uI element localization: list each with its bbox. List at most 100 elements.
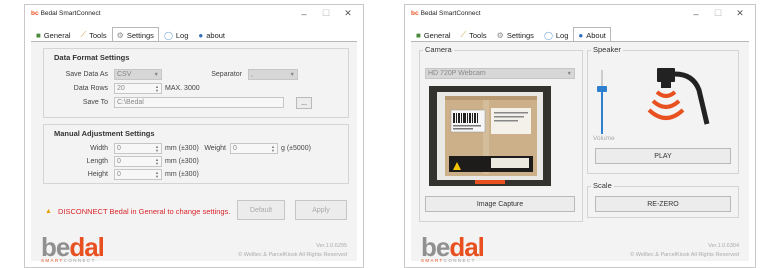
wrench-icon: ⟋ <box>80 30 87 39</box>
camera-preview <box>429 86 551 186</box>
width-input[interactable]: 0 ▲ ▼ <box>114 143 162 154</box>
warning-text: DISCONNECT Bedal in General to change se… <box>57 207 231 216</box>
info-icon: ● <box>578 30 584 40</box>
camera-select[interactable]: HD 720P Webcam ▼ <box>425 68 575 79</box>
weight-value: 0 <box>233 145 237 152</box>
data-rows-input[interactable]: 20 ▲ ▼ <box>114 83 162 94</box>
stepper-icon[interactable]: ▲ ▼ <box>155 170 159 179</box>
tab-general[interactable]: ■ General <box>411 27 456 42</box>
length-unit: mm (±300) <box>165 158 199 165</box>
chevron-down-icon: ▼ <box>566 70 572 77</box>
length-label: Length <box>86 158 108 165</box>
stepper-icon[interactable]: ▲ ▼ <box>155 144 159 153</box>
volume-slider-thumb[interactable] <box>597 86 607 93</box>
stepper-icon[interactable]: ▲ ▼ <box>271 144 275 153</box>
width-label: Width <box>90 145 108 152</box>
general-icon: ■ <box>416 30 421 40</box>
tab-about[interactable]: ● About <box>573 27 611 42</box>
scale-label: Scale <box>591 181 614 190</box>
tab-log-label: Log <box>175 30 189 40</box>
about-window: bc Bedal SmartConnect – ☐ ✕ ■ General ⟋ … <box>404 4 756 268</box>
separator-label: Separator <box>211 71 242 78</box>
warning-message: ▲ DISCONNECT Bedal in General to change … <box>45 207 230 216</box>
tab-settings-label: Settings <box>506 30 534 40</box>
data-rows-max: MAX. 3000 <box>165 85 200 92</box>
tab-bar: ■ General ⟋ Tools ⚙ Settings ◯ Log ● Abo… <box>411 27 611 42</box>
window-title: Bedal SmartConnect <box>420 10 481 17</box>
tab-log[interactable]: ◯ Log <box>539 27 573 42</box>
stepper-icon[interactable]: ▲ ▼ <box>155 157 159 166</box>
copyright-text: © Welltec & ParcelKiosk All Rights Reser… <box>630 252 739 258</box>
info-icon: ● <box>198 30 204 40</box>
save-data-as-select[interactable]: CSV ▼ <box>114 69 162 80</box>
version-text: Ver.1.0.6295 <box>316 243 347 249</box>
settings-window: bc Bedal SmartConnect – ☐ ✕ ■ General ⟋ … <box>24 4 364 268</box>
camera-label: Camera <box>423 45 454 54</box>
height-input[interactable]: 0 ▲ ▼ <box>114 169 162 180</box>
tab-tools[interactable]: ⟋ Tools <box>456 27 492 42</box>
close-icon[interactable]: ✕ <box>337 5 359 22</box>
rezero-button[interactable]: RE-ZERO <box>595 196 731 212</box>
save-to-input[interactable]: C:\Bedal <box>114 97 284 108</box>
weight-input[interactable]: 0 ▲ ▼ <box>230 143 278 154</box>
separator-value: , <box>251 71 253 78</box>
weight-label: Weight <box>204 145 226 152</box>
maximize-icon[interactable]: ☐ <box>315 5 337 22</box>
weight-unit: g (±5000) <box>281 145 311 152</box>
manual-adjustment-title: Manual Adjustment Settings <box>54 129 155 138</box>
apply-button[interactable]: Apply <box>295 200 347 220</box>
save-to-label: Save To <box>82 99 108 106</box>
bedal-logo: bedal SMARTCONNECT <box>41 232 105 263</box>
tab-log[interactable]: ◯ Log <box>159 27 193 42</box>
data-format-group: Data Format Settings Save Data As CSV ▼ … <box>43 48 349 118</box>
browse-button[interactable]: ... <box>296 97 312 109</box>
height-label: Height <box>87 171 108 178</box>
app-logo: bc <box>31 10 39 17</box>
window-title: Bedal SmartConnect <box>40 10 101 17</box>
bedal-logo: bedal SMARTCONNECT <box>421 232 485 263</box>
length-value: 0 <box>117 158 121 165</box>
save-to-value: C:\Bedal <box>117 99 144 106</box>
default-button[interactable]: Default <box>237 200 285 220</box>
stepper-icon[interactable]: ▲ ▼ <box>155 84 159 93</box>
maximize-icon[interactable]: ☐ <box>707 5 729 22</box>
app-logo: bc <box>411 10 419 17</box>
width-value: 0 <box>117 145 121 152</box>
general-icon: ■ <box>36 30 41 40</box>
wrench-icon: ⟋ <box>460 30 467 39</box>
image-capture-button[interactable]: Image Capture <box>425 196 575 212</box>
tab-settings[interactable]: ⚙ Settings <box>492 27 539 42</box>
camera-value: HD 720P Webcam <box>428 70 486 77</box>
tab-general[interactable]: ■ General <box>31 27 76 42</box>
volume-label: Volume <box>593 135 615 142</box>
data-rows-label: Data Rows <box>73 85 108 92</box>
manual-adjustment-group: Manual Adjustment Settings Width 0 ▲ ▼ mm… <box>43 124 349 184</box>
minimize-icon[interactable]: – <box>293 5 315 22</box>
title-bar: bc Bedal SmartConnect – ☐ ✕ <box>405 5 755 22</box>
tab-settings[interactable]: ⚙ Settings <box>111 27 159 42</box>
tab-bar: ■ General ⟋ Tools ⚙ Settings ◯ Log ● abo… <box>31 27 230 42</box>
chat-icon: ◯ <box>543 30 553 40</box>
minimize-icon[interactable]: – <box>685 5 707 22</box>
tab-tools-label: Tools <box>89 30 107 40</box>
tab-settings-label: Settings <box>126 30 154 40</box>
tab-general-label: General <box>43 30 71 40</box>
play-button[interactable]: PLAY <box>595 148 731 164</box>
warning-icon: ▲ <box>45 208 52 215</box>
footer: Ver.1.0.6295 © Welltec & ParcelKiosk All… <box>238 242 347 260</box>
gear-icon: ⚙ <box>116 30 124 40</box>
gear-icon: ⚙ <box>496 30 504 40</box>
tab-about-label: about <box>206 30 226 40</box>
speaker-sensor-icon <box>647 68 710 125</box>
about-panel: Camera HD 720P Webcam ▼ Image Capture Sp… <box>411 42 749 263</box>
tab-tools[interactable]: ⟋ Tools <box>76 27 112 42</box>
save-data-as-value: CSV <box>117 71 132 78</box>
tab-about[interactable]: ● about <box>193 27 230 42</box>
close-icon[interactable]: ✕ <box>729 5 751 22</box>
length-input[interactable]: 0 ▲ ▼ <box>114 156 162 167</box>
chevron-down-icon: ▼ <box>289 71 295 78</box>
tab-about-label: About <box>586 30 606 40</box>
speaker-label: Speaker <box>591 45 623 54</box>
volume-slider[interactable] <box>597 70 607 134</box>
separator-select[interactable]: , ▼ <box>248 69 298 80</box>
